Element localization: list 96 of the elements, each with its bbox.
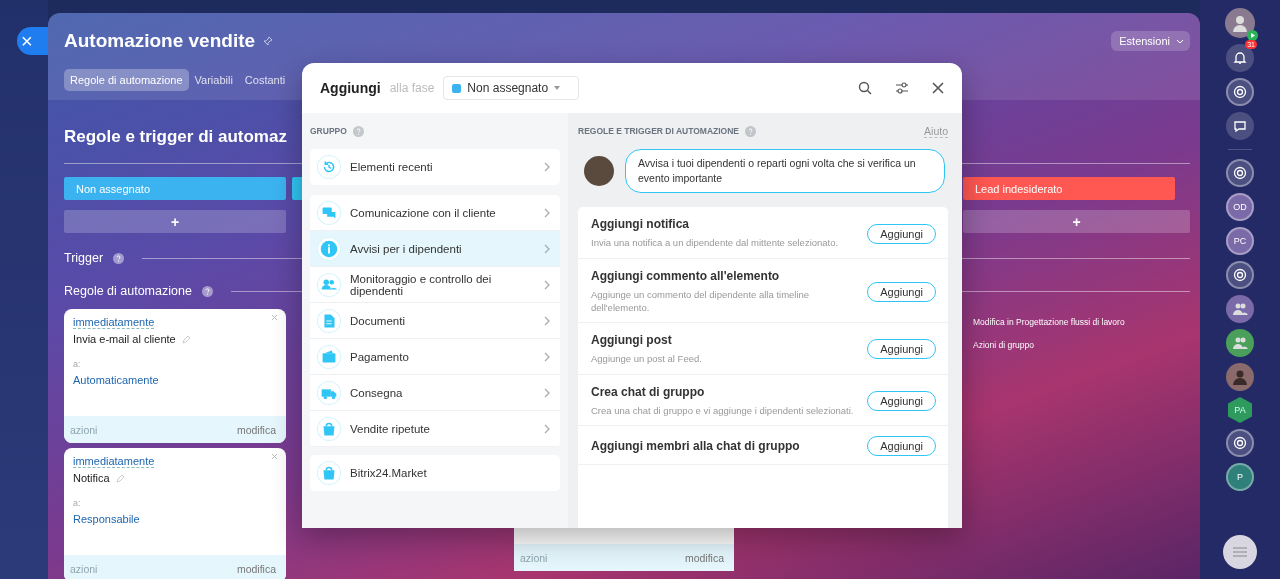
action-title: Aggiungi notifica [591, 217, 690, 232]
chat-icon [318, 201, 340, 224]
dialog-title: Aggiungi [320, 80, 381, 96]
play-icon [1247, 30, 1258, 41]
chevron-icon [544, 207, 550, 218]
action-description: Crea una chat di gruppo e vi aggiunge i dipendenti selezionati. [591, 403, 855, 417]
action-link[interactable]: Azioni di gruppo [973, 340, 1190, 350]
recipient-link[interactable]: Responsabile [73, 513, 277, 525]
caret-icon [1176, 38, 1184, 44]
pin-icon[interactable] [263, 36, 274, 46]
add-button[interactable]: Aggiungi [867, 435, 936, 456]
section-heading: Regole e trigger di automaz [64, 127, 287, 146]
stage-bar[interactable]: Lead indesiderato [963, 177, 1175, 200]
recipient-label: a: [73, 359, 82, 369]
menu-icon [1233, 547, 1247, 557]
recipient-label: a: [73, 498, 82, 508]
tab[interactable]: Regole di automazione [64, 69, 189, 91]
chevron-icon [544, 315, 550, 326]
add-button[interactable]: Aggiungi [867, 339, 936, 360]
search-icon[interactable] [858, 81, 872, 95]
people-icon [318, 273, 340, 296]
help-icon[interactable] [113, 252, 125, 264]
action-title: Aggiungi post [591, 333, 673, 348]
person-avatar[interactable] [1226, 363, 1254, 391]
add-button[interactable]: Aggiungi [867, 223, 936, 244]
bag-icon [318, 462, 340, 484]
target-icon[interactable] [1226, 78, 1254, 106]
add-button[interactable]: Aggiungi [867, 281, 936, 302]
target-icon[interactable] [1226, 261, 1254, 289]
action-title: Crea chat di gruppo [591, 384, 706, 399]
document-icon [318, 309, 340, 332]
chevron-icon [544, 162, 550, 172]
section-label: Trigger [64, 251, 104, 265]
recipient-link[interactable]: Automaticamente [73, 374, 277, 386]
group-item[interactable]: Documenti [310, 303, 560, 339]
target-icon[interactable] [1226, 159, 1254, 187]
person-icon [1231, 14, 1249, 32]
bag-icon [318, 417, 340, 440]
help-icon[interactable] [201, 285, 213, 297]
group-item[interactable]: Avvisi per i dipendenti [310, 231, 560, 267]
action-description: Invia una notifica a un dipendente dal mittente selezionato. [591, 236, 840, 250]
action-description: Aggiunge un post al Feed. [591, 352, 703, 366]
initials-avatar[interactable]: PA [1228, 397, 1252, 423]
action-title: Aggiungi membri alla chat di gruppo [591, 438, 801, 453]
close-button[interactable]: × [17, 27, 48, 55]
add-button[interactable]: + [64, 210, 286, 233]
group-avatar[interactable] [1226, 295, 1254, 323]
edit-link[interactable]: modifica [236, 562, 276, 575]
stage-prefix: alla fase [389, 81, 435, 95]
tip-bubble: Avvisa i tuoi dipendenti o reparti ogni volta che si verifica un evento importante [625, 149, 945, 194]
section-label: Regole di automazione [64, 284, 192, 298]
add-button[interactable]: Aggiungi [867, 390, 936, 411]
caret-icon [554, 86, 561, 90]
timing-link[interactable]: immediatamente [73, 455, 155, 468]
rules-heading: REGOLE E TRIGGER DI AUTOMAZIONE [578, 126, 740, 136]
chevron-icon [544, 423, 550, 434]
group-item[interactable]: Monitoraggio e controllo dei dipendenti [310, 267, 560, 303]
truck-icon [318, 381, 340, 404]
close-icon[interactable] [932, 82, 944, 94]
extensions-button[interactable]: Estensioni [1111, 31, 1190, 51]
edit-link[interactable]: modifica [684, 551, 724, 564]
chat-icon[interactable] [1226, 112, 1254, 140]
group-heading: GRUPPO [310, 126, 347, 136]
group-item[interactable]: Pagamento [310, 339, 560, 375]
chevron-icon [544, 387, 550, 398]
chevron-icon [544, 351, 550, 362]
stage-dropdown[interactable]: Non assegnato [443, 76, 580, 100]
rule-title: Invia e-mail al cliente [73, 333, 176, 345]
group-item[interactable]: Vendite ripetute [310, 411, 560, 447]
menu-button[interactable] [1223, 535, 1257, 569]
tab[interactable]: Variabili [188, 69, 239, 91]
chevron-icon [544, 279, 550, 290]
initials-avatar[interactable]: P [1226, 463, 1254, 491]
chevron-icon [544, 243, 550, 254]
group-item[interactable]: Consegna [310, 375, 560, 411]
rule-title: Notifica [73, 472, 110, 484]
user-avatar[interactable] [1225, 8, 1255, 38]
initials-avatar[interactable]: OD [1226, 193, 1254, 221]
timing-link[interactable]: immediatamente [73, 316, 155, 329]
tab[interactable]: Costanti [238, 69, 292, 91]
info-icon [318, 237, 340, 260]
initials-avatar[interactable]: PC [1226, 227, 1254, 255]
folder-icon [318, 345, 340, 368]
clock-icon [318, 156, 340, 178]
action-description: Aggiunge un commento del dipendente alla timeline dell'elemento. [591, 287, 811, 315]
group-item[interactable]: Comunicazione con il cliente [310, 195, 560, 231]
add-button[interactable]: + [963, 210, 1190, 233]
edit-link[interactable]: modifica [236, 423, 276, 436]
bell-icon [1233, 51, 1247, 65]
action-title: Aggiungi commento all'elemento [591, 268, 781, 283]
settings-icon[interactable] [895, 82, 909, 94]
avatar [584, 156, 614, 187]
page-title: Automazione vendite [64, 30, 256, 52]
group-avatar[interactable] [1226, 329, 1254, 357]
target-icon[interactable] [1226, 429, 1254, 457]
action-link[interactable]: Modifica in Progettazione flussi di lavoro [973, 317, 1190, 327]
